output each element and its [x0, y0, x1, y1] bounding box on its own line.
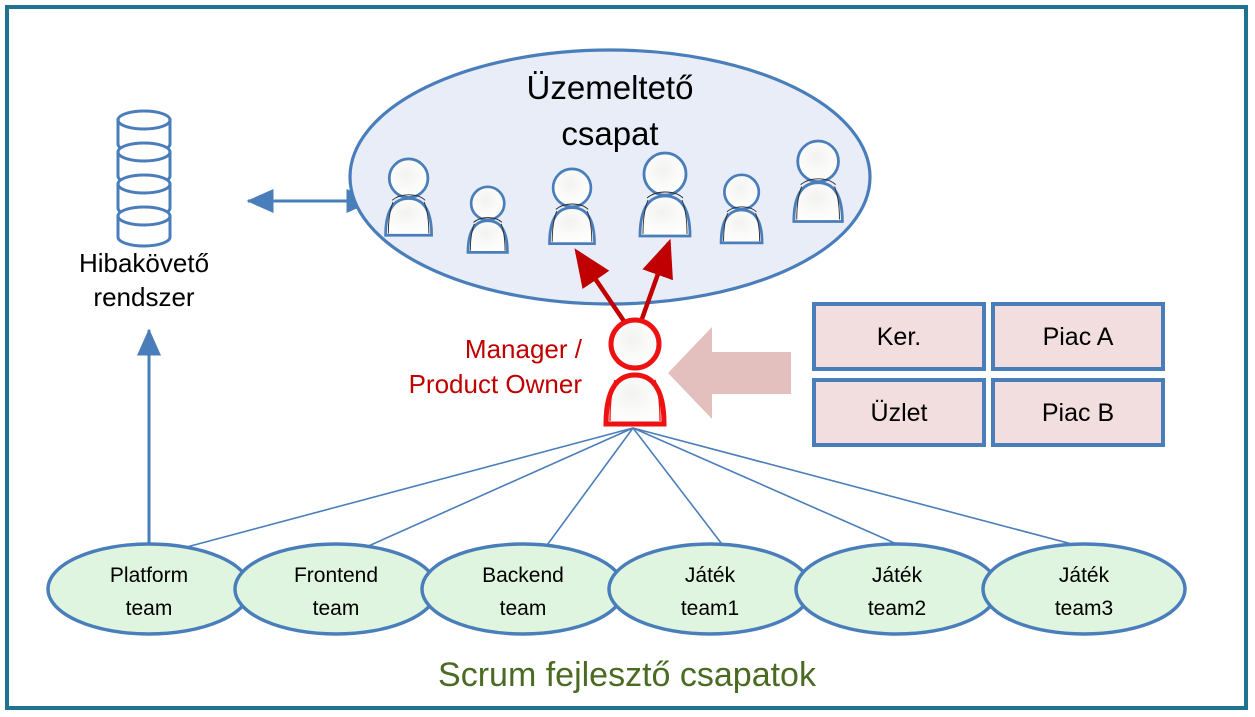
team-ellipse-frontend[interactable]: Frontend team [233, 542, 439, 636]
team-label-line1: Platform [110, 564, 188, 587]
manager-label-line1: Manager / [465, 334, 583, 364]
team-label-line2: team [126, 597, 173, 620]
stakeholder-label: Üzlet [871, 399, 928, 427]
tracker-label-line2: rendszer [93, 282, 194, 312]
team-ellipse-jatek-team3[interactable]: Játék team3 [981, 542, 1187, 636]
stakeholder-box-piac-b[interactable]: Piac B [991, 378, 1165, 447]
ops-team-title-line2: csapat [561, 115, 658, 152]
connector-jatek1 [632, 427, 729, 553]
team-label-line2: team2 [868, 597, 926, 620]
team-label-line1: Játék [872, 564, 923, 587]
stakeholder-box-ker[interactable]: Ker. [812, 302, 986, 371]
team-ellipse-jatek-team2[interactable]: Játék team2 [794, 542, 1000, 636]
stakeholder-label: Ker. [877, 323, 921, 351]
org-structure-diagram: Üzemeltető csapat Hibakövető rendszer Ma… [46, 48, 1187, 694]
team-label-line2: team1 [681, 597, 739, 620]
manager-label-line2: Product Owner [409, 369, 583, 399]
diagram-canvas: Üzemeltető csapat Hibakövető rendszer Ma… [0, 0, 1255, 717]
database-stack-icon [116, 109, 172, 248]
team-ellipse-platform[interactable]: Platform team [46, 542, 252, 636]
stakeholder-box-uzlet[interactable]: Üzlet [812, 378, 986, 447]
team-label-line1: Frontend [294, 564, 378, 587]
connector-backend [541, 427, 634, 553]
team-ellipse-jatek-team1[interactable]: Játék team1 [607, 542, 813, 636]
stakeholder-label: Piac A [1043, 323, 1114, 351]
ops-team-title-line1: Üzemeltető [527, 69, 694, 106]
team-label-line2: team [500, 597, 547, 620]
team-label-line2: team [313, 597, 360, 620]
team-ellipse-backend[interactable]: Backend team [420, 542, 626, 636]
stakeholder-label: Piac B [1042, 399, 1114, 427]
manager-person-icon [603, 317, 667, 427]
stakeholder-box-piac-a[interactable]: Piac A [991, 302, 1165, 371]
team-label-line1: Játék [1059, 564, 1110, 587]
team-label-line1: Játék [685, 564, 736, 587]
connector-frontend [354, 427, 634, 553]
tracker-label-line1: Hibakövető [79, 248, 209, 278]
team-label-line1: Backend [482, 564, 564, 587]
team-label-line2: team3 [1055, 597, 1113, 620]
connector-platform [167, 427, 634, 553]
diagram-caption: Scrum fejlesztő csapatok [438, 656, 817, 694]
left-block-arrow-icon [668, 327, 791, 419]
